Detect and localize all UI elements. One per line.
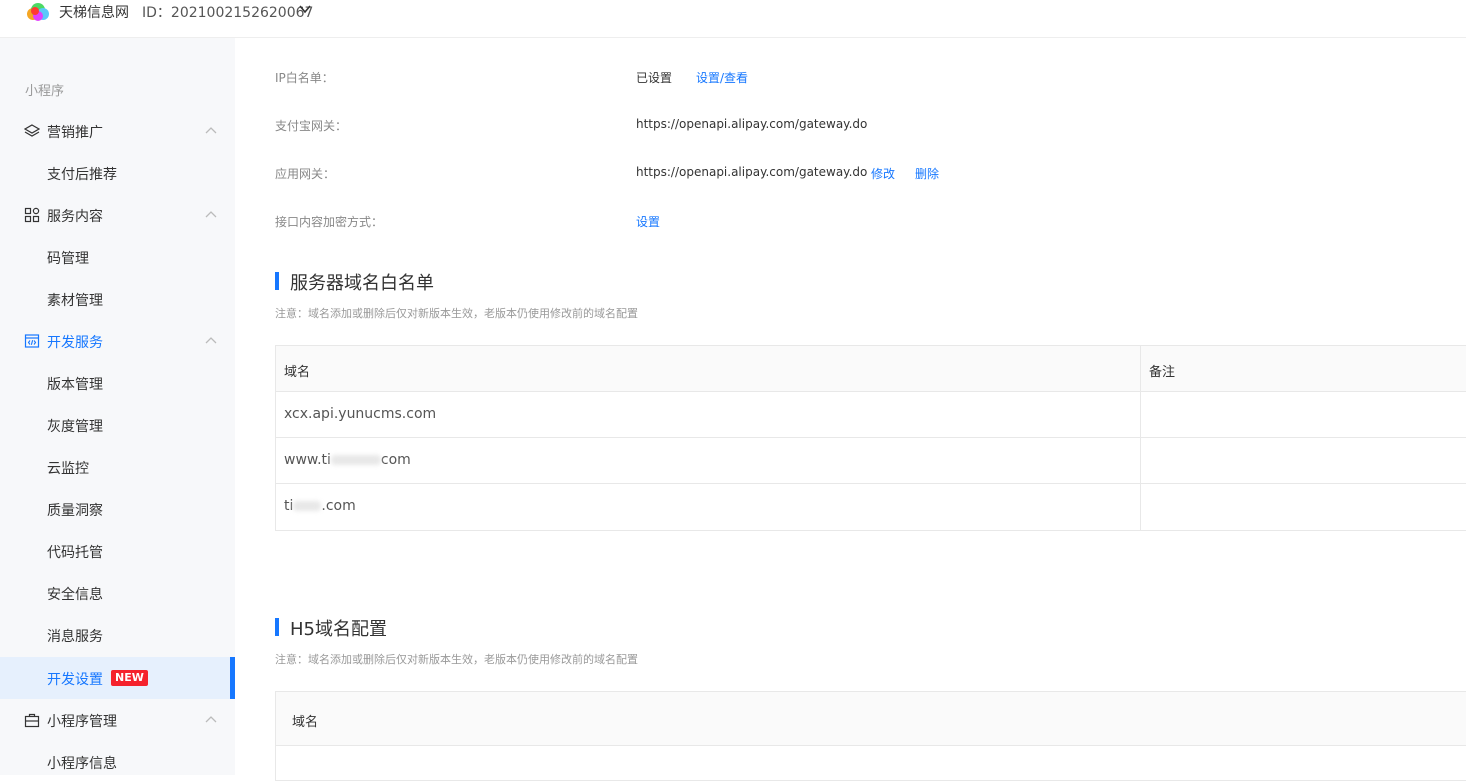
sidebar-item-label: 质量洞察	[47, 503, 103, 519]
domain-prefix: www.ti	[284, 452, 331, 468]
app-gateway-label: 应用网关：	[275, 167, 336, 181]
sidebar-item-label: 素材管理	[47, 293, 103, 309]
sidebar-item-label: 支付后推荐	[47, 167, 117, 183]
sidebar-item-security-info[interactable]: 安全信息	[0, 572, 235, 614]
sidebar-item-label: 安全信息	[47, 587, 103, 603]
encryption-label: 接口内容加密方式：	[275, 215, 384, 229]
app-gateway-value: https://openapi.alipay.com/gateway.do	[636, 165, 868, 179]
sidebar: 小程序 营销推广 支付后推荐 服务内容 码管理 素材管理 开发服务 版本管理 灰…	[0, 38, 235, 775]
sidebar-item-label: 码管理	[47, 251, 89, 267]
app-gateway-delete-link[interactable]: 删除	[915, 165, 939, 182]
new-badge: NEW	[111, 670, 148, 686]
table-row: www.ti com	[276, 438, 1466, 484]
redacted-text	[293, 501, 322, 511]
briefcase-icon	[24, 713, 40, 728]
sidebar-item-code-management[interactable]: 码管理	[0, 236, 235, 278]
sidebar-item-grayscale[interactable]: 灰度管理	[0, 404, 235, 446]
domain-suffix: com	[380, 452, 411, 468]
redacted-text	[330, 455, 381, 465]
domain-cell: www.ti com	[276, 438, 1141, 483]
table-row: ti .com	[276, 484, 1466, 530]
h5-domain-table: 域名	[275, 691, 1466, 781]
sidebar-item-label: 消息服务	[47, 629, 103, 645]
sidebar-item-label: 云监控	[47, 461, 89, 477]
table-header: 域名	[276, 692, 1466, 746]
sidebar-item-label: 代码托管	[47, 545, 103, 561]
sidebar-item-label: 小程序信息	[47, 756, 117, 772]
sidebar-item-cloud-monitor[interactable]: 云监控	[0, 446, 235, 488]
table-row: xcx.api.yunucms.com	[276, 392, 1466, 438]
sidebar-item-message-service[interactable]: 消息服务	[0, 614, 235, 656]
sidebar-item-miniapp-info[interactable]: 小程序信息	[0, 741, 235, 783]
domain-cell: xcx.api.yunucms.com	[276, 392, 1141, 437]
sidebar-group-marketing[interactable]: 营销推广	[0, 110, 235, 152]
sidebar-group-label: 小程序管理	[47, 714, 117, 730]
sidebar-item-materials[interactable]: 素材管理	[0, 278, 235, 320]
sidebar-group-label: 开发服务	[47, 335, 103, 351]
sidebar-item-dev-settings[interactable]: 开发设置 NEW	[0, 657, 235, 699]
server-domain-note: 注意：域名添加或删除后仅对新版本生效，老版本仍使用修改前的域名配置	[275, 307, 638, 320]
remark-cell	[1141, 484, 1466, 530]
app-name[interactable]: 天梯信息网	[59, 2, 129, 22]
sidebar-item-label: 版本管理	[47, 377, 103, 393]
ip-whitelist-status: 已设置	[636, 71, 673, 85]
server-domain-table: 域名 备注 xcx.api.yunucms.com www.ti com ti .c…	[275, 345, 1466, 531]
ip-whitelist-view-link[interactable]: 设置/查看	[696, 69, 748, 86]
column-header-domain: 域名	[276, 346, 1141, 391]
sidebar-group-miniapp-management[interactable]: 小程序管理	[0, 699, 235, 741]
chevron-up-icon[interactable]	[205, 336, 217, 344]
encryption-setting-link[interactable]: 设置	[636, 213, 660, 230]
code-window-icon	[24, 334, 40, 348]
app-gateway-edit-link[interactable]: 修改	[871, 165, 895, 182]
sidebar-item-label: 开发设置	[47, 672, 103, 688]
domain-suffix: .com	[321, 498, 356, 514]
h5-domain-section-title: H5域名配置	[275, 615, 387, 641]
remark-cell	[1141, 392, 1466, 437]
sidebar-item-after-payment[interactable]: 支付后推荐	[0, 152, 235, 194]
chevron-up-icon[interactable]	[205, 126, 217, 134]
ip-whitelist-label: IP白名单：	[275, 71, 334, 85]
column-header-domain: 域名	[292, 715, 319, 730]
sidebar-group-service-content[interactable]: 服务内容	[0, 194, 235, 236]
h5-domain-note: 注意：域名添加或删除后仅对新版本生效，老版本仍使用修改前的域名配置	[275, 653, 638, 666]
sidebar-group-label: 服务内容	[47, 209, 103, 225]
sidebar-group-dev-services[interactable]: 开发服务	[0, 320, 235, 362]
app-id[interactable]: ID：2021002152620067	[142, 2, 313, 22]
sidebar-item-quality-insight[interactable]: 质量洞察	[0, 488, 235, 530]
rainbow-cloud-logo	[27, 3, 49, 21]
alipay-gateway-label: 支付宝网关：	[275, 119, 348, 133]
grid-icon	[24, 207, 40, 223]
remark-cell	[1141, 438, 1466, 483]
layers-icon	[24, 124, 40, 137]
sidebar-section-title: 小程序	[25, 84, 65, 99]
chevron-up-icon[interactable]	[205, 715, 217, 723]
top-bar: 天梯信息网 ID：2021002152620067	[0, 0, 1466, 38]
server-domain-section-title: 服务器域名白名单	[275, 269, 434, 295]
sidebar-item-label: 灰度管理	[47, 419, 103, 435]
sidebar-item-code-hosting[interactable]: 代码托管	[0, 530, 235, 572]
alipay-gateway-value: https://openapi.alipay.com/gateway.do	[636, 117, 868, 131]
domain-prefix: ti	[284, 498, 294, 514]
chevron-up-icon[interactable]	[205, 210, 217, 218]
column-header-remark: 备注	[1149, 365, 1176, 380]
sidebar-group-label: 营销推广	[47, 125, 103, 141]
main-content: IP白名单： 已设置 设置/查看 支付宝网关： https://openapi.…	[235, 38, 1466, 781]
sidebar-item-version-management[interactable]: 版本管理	[0, 362, 235, 404]
domain-cell: ti .com	[276, 484, 1141, 530]
chevron-down-icon[interactable]	[298, 3, 312, 15]
table-header: 域名 备注	[276, 346, 1466, 392]
